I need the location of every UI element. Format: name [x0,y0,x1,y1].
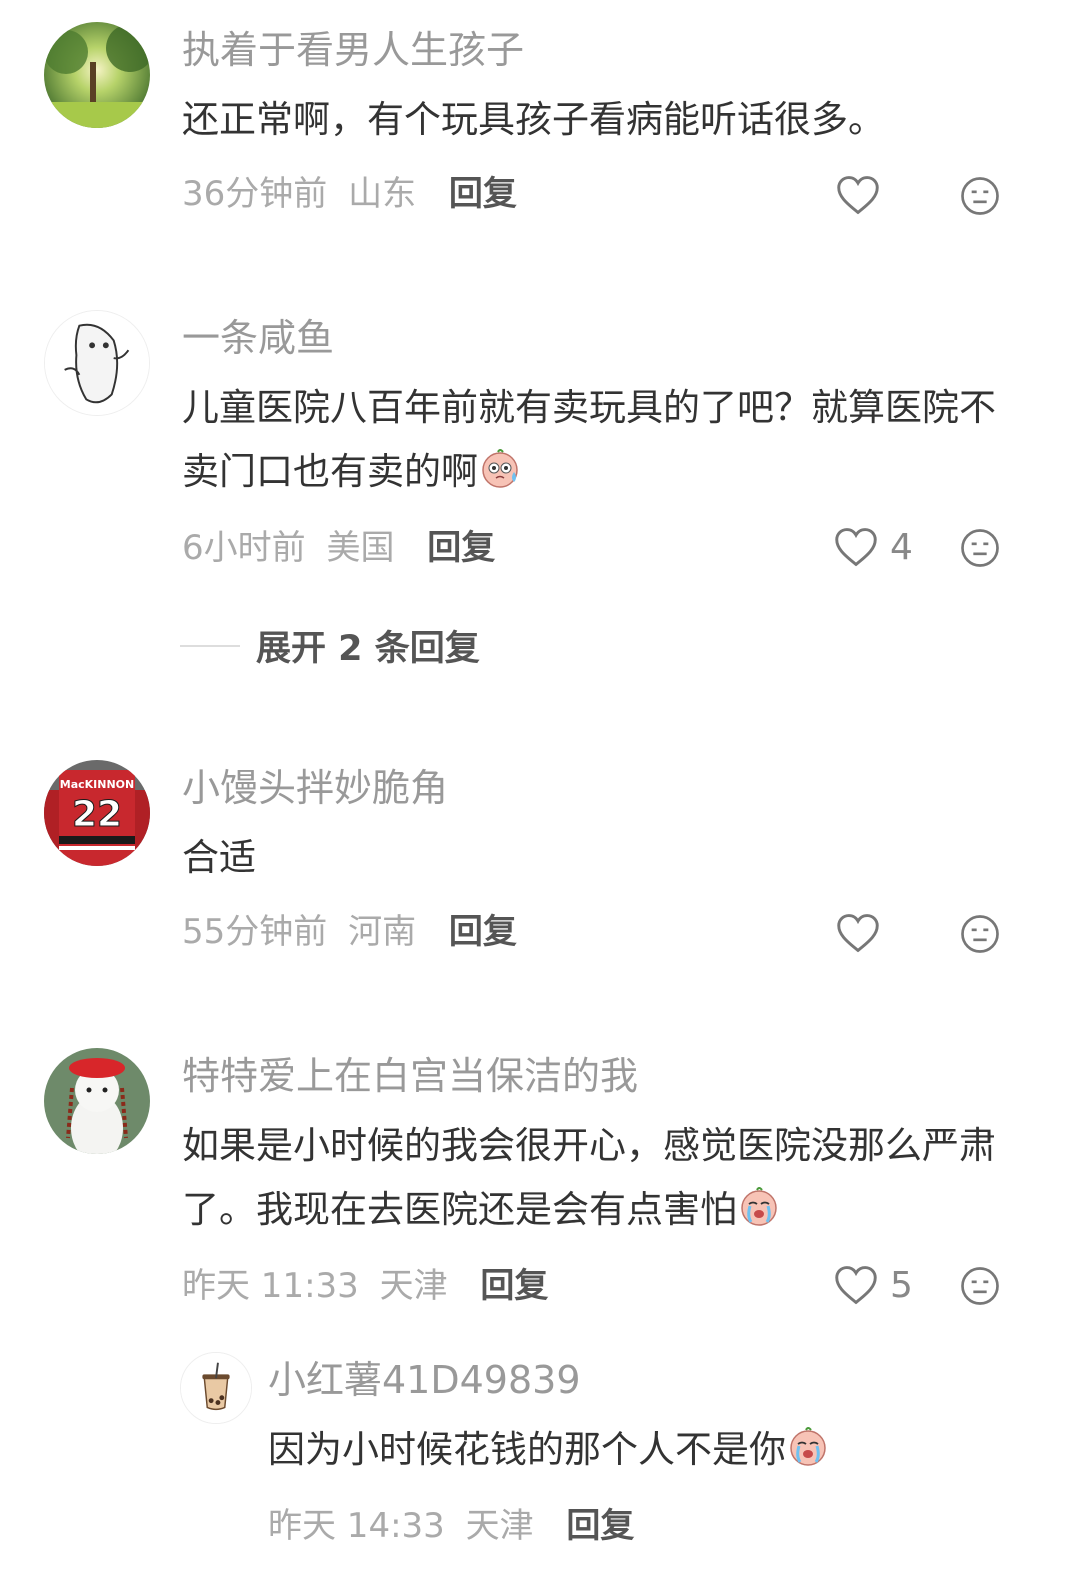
comment-text: 因为小时候花钱的那个人不是你 [268,1418,1028,1482]
comment-text-content: 因为小时候花钱的那个人不是你 [268,1428,786,1471]
bubble-tea-avatar-icon [181,1353,251,1423]
avatar[interactable] [180,1352,252,1424]
reply-button[interactable]: 回复 [566,1506,634,1546]
comment-meta: 昨天 14:33 天津 回复 [268,1504,634,1548]
sub-reply-item: 小红薯41D49839 因为小时候花钱的那个人不是你 昨天 14:33 天津 回… [0,0,1080,1590]
crying-face-emoji-icon [790,1427,826,1466]
username[interactable]: 小红薯41D49839 [268,1356,581,1404]
comment-location: 天津 [465,1506,534,1546]
comment-time: 昨天 14:33 [268,1506,445,1546]
